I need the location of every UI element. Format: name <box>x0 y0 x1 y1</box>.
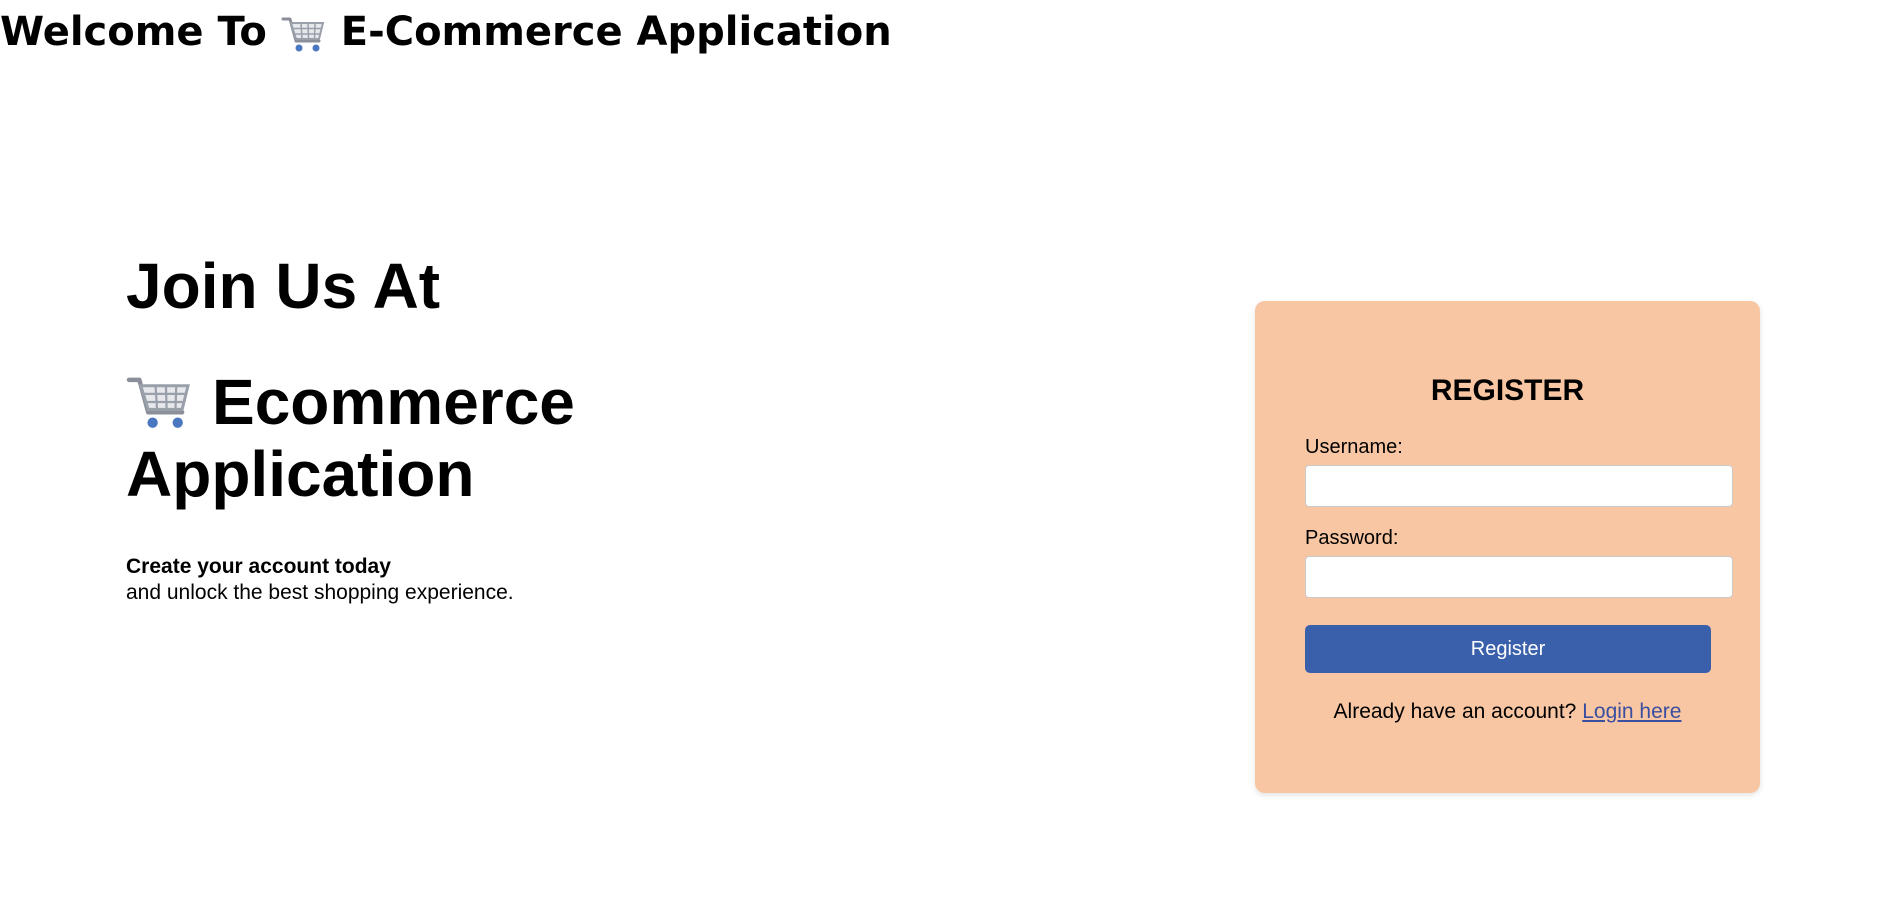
register-card: REGISTER Username: Password: Register Al… <box>1255 301 1760 793</box>
shopping-cart-icon <box>126 371 194 433</box>
hero-heading-line2: Ecommerce Application <box>126 366 686 510</box>
hero-tagline: and unlock the best shopping experience. <box>126 581 514 604</box>
login-prompt-row: Already have an account? Login here <box>1255 699 1760 725</box>
header-title-prefix: Welcome To <box>0 9 267 55</box>
header-title-suffix: E-Commerce Application <box>340 9 892 55</box>
login-link[interactable]: Login here <box>1582 700 1681 723</box>
password-label: Password: <box>1305 527 1399 549</box>
password-input[interactable] <box>1305 556 1733 598</box>
hero-heading-line2-text: Ecommerce <box>212 366 575 438</box>
register-button[interactable]: Register <box>1305 625 1711 673</box>
page-header-title: Welcome To E-Commerce Application <box>0 8 892 56</box>
hero-heading-line3-text: Application <box>126 438 475 510</box>
hero-tagline-bold: Create your account today <box>126 555 391 578</box>
username-input[interactable] <box>1305 465 1733 507</box>
hero-heading-line1: Join Us At <box>126 250 441 322</box>
username-label: Username: <box>1305 436 1403 458</box>
login-prompt-text: Already have an account? <box>1333 700 1577 723</box>
hero-section: Join Us At Ecommerce Application Create … <box>126 246 686 606</box>
shopping-cart-icon <box>281 13 327 55</box>
register-title: REGISTER <box>1430 374 1585 407</box>
